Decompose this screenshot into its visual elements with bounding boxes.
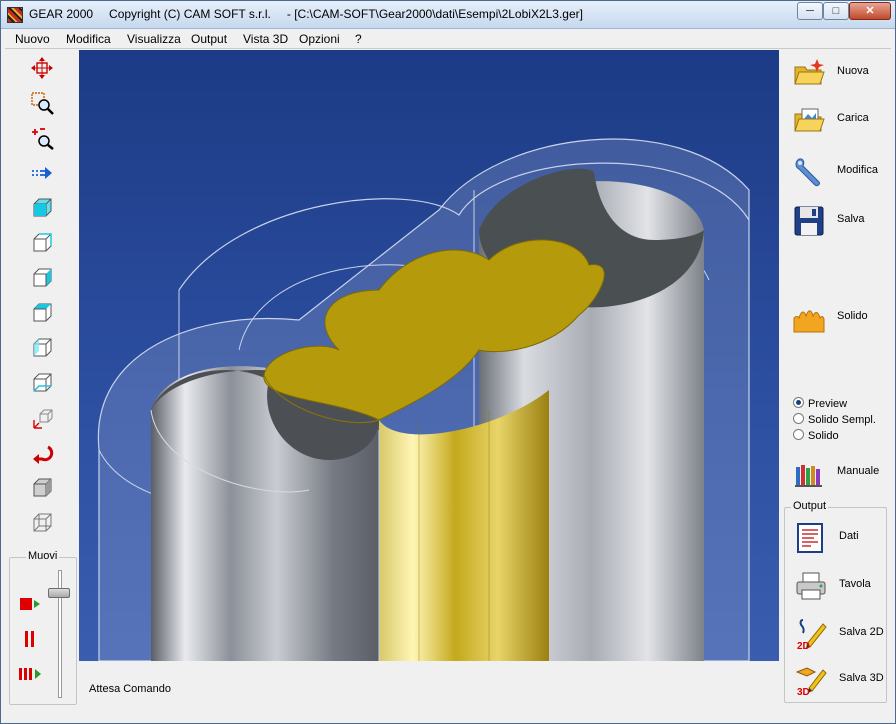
- manuale-label: Manuale: [837, 465, 880, 477]
- books-icon: [795, 465, 822, 487]
- preview-radio[interactable]: [793, 397, 804, 408]
- title-bar[interactable]: GEAR 2000 Copyright (C) CAM SOFT s.r.l. - …: [1, 1, 895, 29]
- app-logo-icon[interactable]: [7, 7, 23, 23]
- view-front-icon[interactable]: [27, 228, 57, 258]
- axes-icon[interactable]: [27, 403, 57, 433]
- muovi-group: Muovi: [9, 550, 77, 705]
- solido-radio-label: Solido: [808, 430, 839, 442]
- gear-profile-icon: [793, 310, 825, 333]
- dati-button[interactable]: Dati: [785, 516, 889, 560]
- render-mode-solido-sempl[interactable]: Solido Sempl.: [793, 413, 876, 429]
- muovi-label: Muovi: [26, 550, 60, 562]
- nuova-label: Nuova: [837, 65, 869, 77]
- undo-icon[interactable]: [27, 438, 57, 468]
- carica-label: Carica: [837, 112, 869, 124]
- carica-button[interactable]: Carica: [783, 98, 887, 142]
- new-folder-icon: [794, 59, 825, 85]
- app-window: GEAR 2000 Copyright (C) CAM SOFT s.r.l. - …: [0, 0, 896, 724]
- svg-text:3D: 3D: [797, 687, 810, 696]
- solido-sempl-label: Solido Sempl.: [808, 414, 876, 426]
- salva-button[interactable]: Salva: [783, 199, 887, 243]
- menu-bar: Nuovo Modifica Visualizza Output Vista 3…: [5, 30, 891, 48]
- view-top-icon[interactable]: [27, 298, 57, 328]
- solido-sempl-radio[interactable]: [793, 413, 804, 424]
- status-area: Attesa Comando: [79, 663, 779, 707]
- salva-3d-button[interactable]: 3D Salva 3D: [785, 658, 889, 702]
- preview-label: Preview: [808, 398, 848, 410]
- dati-label: Dati: [839, 530, 859, 542]
- status-text: Attesa Comando: [89, 683, 171, 695]
- right-panel: Nuova Carica Modifica Salva Solido Previ…: [783, 51, 891, 711]
- salva-2d-button[interactable]: 2D Salva 2D: [785, 612, 889, 656]
- play-icon[interactable]: [16, 592, 44, 616]
- minimize-button[interactable]: ─: [797, 2, 823, 20]
- modifica-button[interactable]: Modifica: [783, 150, 887, 194]
- menu-output[interactable]: Output: [191, 32, 227, 46]
- menu-visualizza[interactable]: Visualizza: [127, 32, 181, 46]
- floppy-disk-icon: [794, 206, 824, 236]
- open-folder-icon: [794, 108, 825, 132]
- 3d-viewport[interactable]: [79, 50, 779, 661]
- manuale-button[interactable]: Manuale: [783, 451, 887, 495]
- pause-icon[interactable]: [16, 627, 44, 651]
- pan-arrow-icon[interactable]: [27, 158, 57, 188]
- view-back-icon[interactable]: [27, 368, 57, 398]
- nuova-button[interactable]: Nuova: [783, 51, 887, 95]
- view-right-icon[interactable]: [27, 263, 57, 293]
- solido-radio[interactable]: [793, 429, 804, 440]
- tavola-button[interactable]: Tavola: [785, 564, 889, 608]
- solid-box-icon[interactable]: [27, 473, 57, 503]
- printer-icon: [796, 572, 826, 600]
- speed-slider-thumb[interactable]: [48, 587, 70, 598]
- salva-3d-label: Salva 3D: [839, 672, 884, 684]
- save-2d-icon: 2D: [797, 619, 827, 650]
- svg-text:2D: 2D: [797, 641, 810, 650]
- close-button[interactable]: ✕: [849, 2, 891, 20]
- file-path: - [C:\CAM-SOFT\Gear2000\dati\Esempi\2Lob…: [286, 7, 583, 21]
- menu-modifica[interactable]: Modifica: [66, 32, 111, 46]
- wrench-icon: [795, 158, 820, 187]
- tavola-label: Tavola: [839, 578, 871, 590]
- solido-label: Solido: [837, 310, 868, 322]
- zoom-in-out-icon[interactable]: [27, 123, 57, 153]
- zoom-window-icon[interactable]: [27, 88, 57, 118]
- render-mode-preview[interactable]: Preview: [793, 397, 847, 413]
- menu-nuovo[interactable]: Nuovo: [15, 32, 50, 46]
- fast-forward-icon[interactable]: [16, 662, 44, 686]
- data-document-icon: [797, 523, 823, 553]
- window-title: GEAR 2000 Copyright (C) CAM SOFT s.r.l. - …: [29, 7, 599, 21]
- left-toolbar: [7, 51, 77, 551]
- view-iso-icon[interactable]: [27, 193, 57, 223]
- save-3d-icon: 3D: [795, 667, 827, 696]
- menu-opzioni[interactable]: Opzioni: [299, 32, 340, 46]
- copyright-text: Copyright (C) CAM SOFT s.r.l.: [109, 7, 271, 21]
- view-left-icon[interactable]: [27, 333, 57, 363]
- salva-label: Salva: [837, 213, 865, 225]
- menu-help[interactable]: ?: [355, 32, 362, 46]
- render-mode-solido[interactable]: Solido: [793, 429, 839, 445]
- modifica-label: Modifica: [837, 164, 878, 176]
- move-view-icon[interactable]: [27, 53, 57, 83]
- menu-vista-3d[interactable]: Vista 3D: [243, 32, 288, 46]
- app-name: GEAR 2000: [29, 7, 94, 21]
- menu-divider: [5, 48, 891, 49]
- solido-button[interactable]: Solido: [783, 296, 887, 340]
- salva-2d-label: Salva 2D: [839, 626, 884, 638]
- maximize-button[interactable]: □: [823, 2, 849, 20]
- output-group: Output Dati Tavola 2D Salva 2D 3D Salva …: [784, 500, 889, 703]
- output-title: Output: [791, 500, 829, 512]
- gear-3d-render: [97, 138, 750, 661]
- wireframe-box-icon[interactable]: [27, 508, 57, 538]
